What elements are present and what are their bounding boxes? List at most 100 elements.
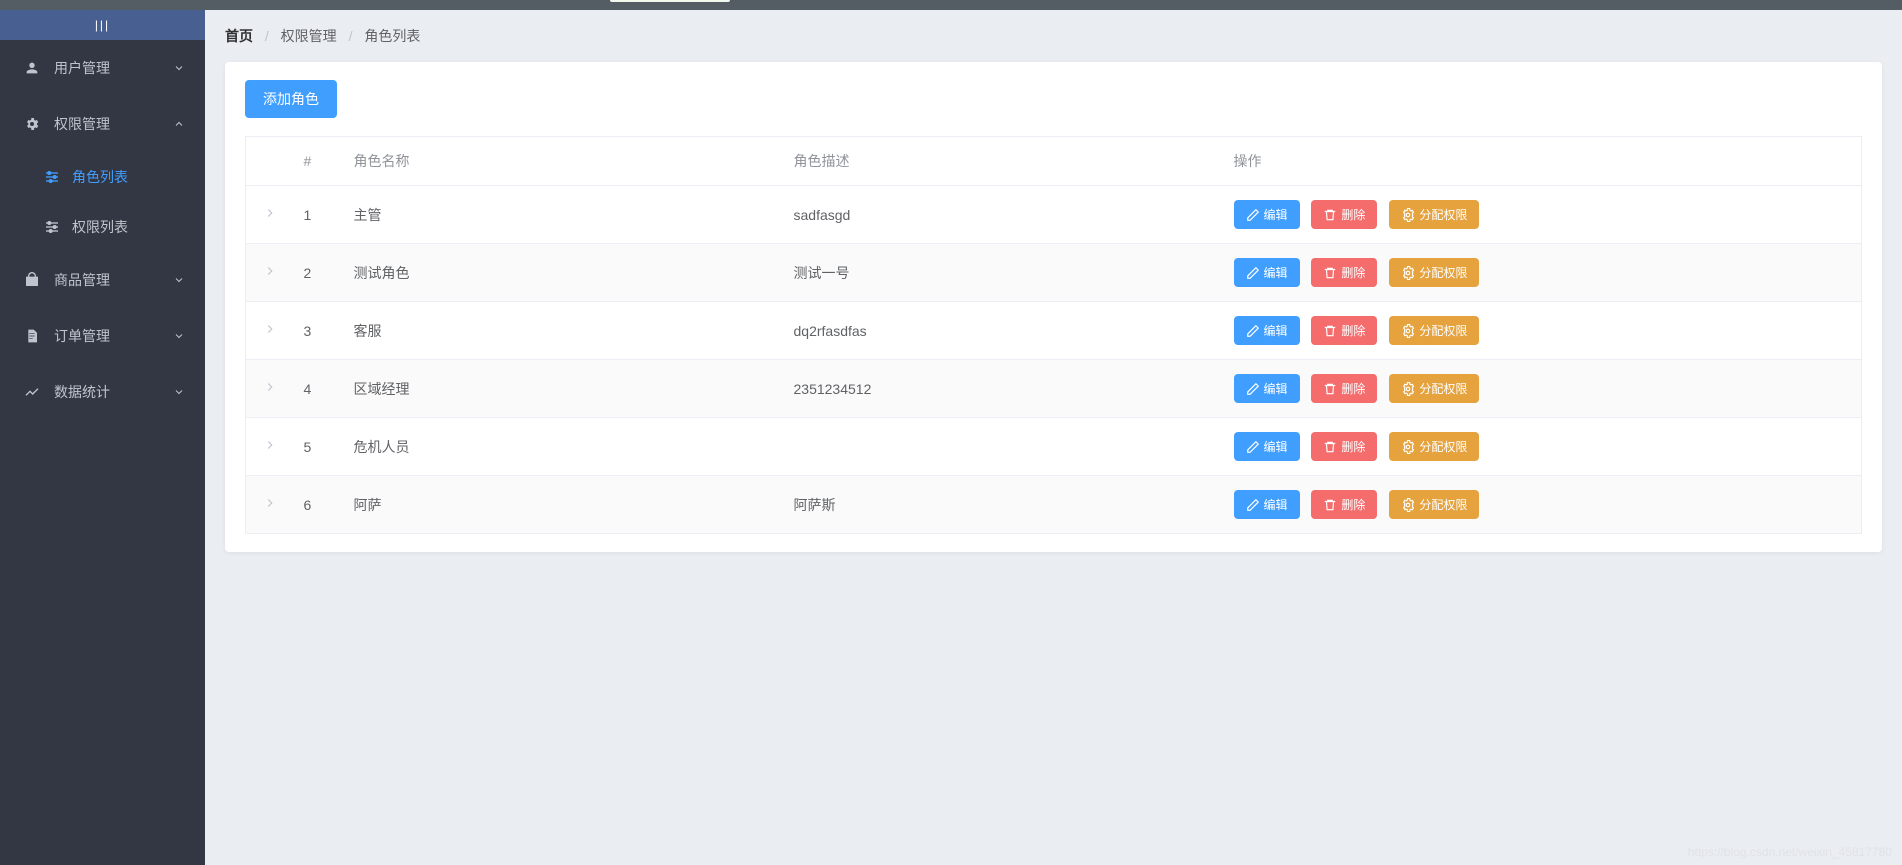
cell-role-name: 区域经理 [344,360,784,418]
sidebar-item-label: 商品管理 [54,270,173,290]
edit-icon [1246,208,1260,222]
chevron-up-icon [173,118,185,130]
trash-icon [1323,382,1337,396]
settings-icon [1401,440,1415,454]
breadcrumb-separator: / [265,28,269,44]
edit-icon [1246,498,1260,512]
assign-rights-button[interactable]: 分配权限 [1389,432,1479,461]
file-icon [20,328,44,344]
table-row: 5 危机人员 编辑 删除 分配权限 [246,418,1862,476]
edit-button[interactable]: 编辑 [1234,258,1300,287]
main-content: 首页 / 权限管理 / 角色列表 添加角色 # 角色名称 角色描述 操作 [205,10,1902,865]
delete-button[interactable]: 删除 [1311,258,1377,287]
roles-table: # 角色名称 角色描述 操作 1 主管 sadfasgd 编辑 删除 [245,136,1862,534]
cell-role-name: 阿萨 [344,476,784,534]
cell-ops: 编辑 删除 分配权限 [1224,244,1862,302]
sidebar-item-orders[interactable]: 订单管理 [0,308,205,364]
delete-button[interactable]: 删除 [1311,432,1377,461]
sidebar-item-label: 用户管理 [54,58,173,78]
add-role-button[interactable]: 添加角色 [245,80,337,118]
expand-row-icon[interactable] [263,438,277,455]
cell-role-desc [784,418,1224,476]
table-row: 3 客服 dq2rfasdfas 编辑 删除 分配权限 [246,302,1862,360]
sidebar-collapse-button[interactable]: ||| [0,10,205,40]
notification-banner [610,0,730,2]
cell-index: 6 [294,476,344,534]
table-header-desc: 角色描述 [784,137,1224,186]
sidebar-item-permissions[interactable]: 权限管理 [0,96,205,152]
settings-icon [1401,266,1415,280]
edit-button[interactable]: 编辑 [1234,316,1300,345]
expand-row-icon[interactable] [263,264,277,281]
cell-index: 4 [294,360,344,418]
trash-icon [1323,266,1337,280]
delete-button[interactable]: 删除 [1311,316,1377,345]
cell-role-desc: 阿萨斯 [784,476,1224,534]
cell-index: 5 [294,418,344,476]
user-icon [20,60,44,76]
delete-button[interactable]: 删除 [1311,490,1377,519]
cell-role-name: 危机人员 [344,418,784,476]
trash-icon [1323,324,1337,338]
sidebar-subitem-roles[interactable]: 角色列表 [0,152,205,202]
assign-rights-button[interactable]: 分配权限 [1389,490,1479,519]
cell-ops: 编辑 删除 分配权限 [1224,302,1862,360]
table-header-index: # [294,137,344,186]
edit-icon [1246,266,1260,280]
sidebar-item-stats[interactable]: 数据统计 [0,364,205,420]
bag-icon [20,272,44,288]
sidebar-subitem-rights[interactable]: 权限列表 [0,202,205,252]
assign-rights-button[interactable]: 分配权限 [1389,374,1479,403]
expand-row-icon[interactable] [263,206,277,223]
edit-button[interactable]: 编辑 [1234,200,1300,229]
table-row: 1 主管 sadfasgd 编辑 删除 分配权限 [246,186,1862,244]
edit-button[interactable]: 编辑 [1234,432,1300,461]
sidebar-item-label: 数据统计 [54,382,173,402]
cell-index: 3 [294,302,344,360]
cell-index: 2 [294,244,344,302]
gear-icon [20,116,44,132]
breadcrumb: 首页 / 权限管理 / 角色列表 [205,10,1902,62]
breadcrumb-level2: 角色列表 [364,28,420,44]
expand-row-icon[interactable] [263,322,277,339]
sliders-icon [44,219,64,235]
cell-role-name: 测试角色 [344,244,784,302]
delete-button[interactable]: 删除 [1311,200,1377,229]
topbar [0,0,1902,10]
settings-icon [1401,324,1415,338]
table-row: 2 测试角色 测试一号 编辑 删除 分配权限 [246,244,1862,302]
table-row: 6 阿萨 阿萨斯 编辑 删除 分配权限 [246,476,1862,534]
cell-ops: 编辑 删除 分配权限 [1224,186,1862,244]
cell-role-desc: dq2rfasdfas [784,302,1224,360]
sidebar-item-users[interactable]: 用户管理 [0,40,205,96]
expand-row-icon[interactable] [263,496,277,513]
edit-button[interactable]: 编辑 [1234,490,1300,519]
expand-row-icon[interactable] [263,380,277,397]
sidebar-subitem-label: 权限列表 [72,217,128,237]
sidebar-item-label: 订单管理 [54,326,173,346]
edit-button[interactable]: 编辑 [1234,374,1300,403]
cell-ops: 编辑 删除 分配权限 [1224,476,1862,534]
trash-icon [1323,440,1337,454]
cell-role-desc: 2351234512 [784,360,1224,418]
chart-icon [20,384,44,400]
assign-rights-button[interactable]: 分配权限 [1389,258,1479,287]
edit-icon [1246,324,1260,338]
cell-ops: 编辑 删除 分配权限 [1224,360,1862,418]
sidebar-subitem-label: 角色列表 [72,167,128,187]
breadcrumb-separator: / [349,28,353,44]
table-row: 4 区域经理 2351234512 编辑 删除 分配权限 [246,360,1862,418]
sidebar-item-products[interactable]: 商品管理 [0,252,205,308]
cell-role-name: 客服 [344,302,784,360]
breadcrumb-home[interactable]: 首页 [225,28,253,44]
delete-button[interactable]: 删除 [1311,374,1377,403]
trash-icon [1323,208,1337,222]
sidebar: ||| 用户管理 权限管理 角色列表 [0,10,205,865]
assign-rights-button[interactable]: 分配权限 [1389,316,1479,345]
content-card: 添加角色 # 角色名称 角色描述 操作 1 主管 sadfasgd [225,62,1882,552]
assign-rights-button[interactable]: 分配权限 [1389,200,1479,229]
table-header-ops: 操作 [1224,137,1862,186]
settings-icon [1401,208,1415,222]
chevron-down-icon [173,330,185,342]
settings-icon [1401,498,1415,512]
